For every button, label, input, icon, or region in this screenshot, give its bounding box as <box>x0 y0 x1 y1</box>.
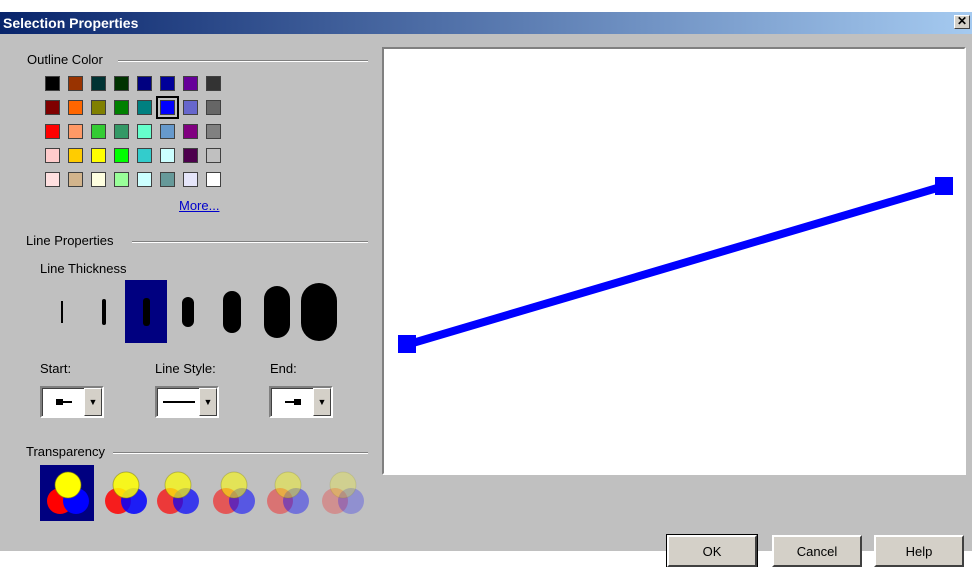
close-icon[interactable]: ✕ <box>954 15 970 29</box>
color-swatch[interactable] <box>68 76 83 91</box>
color-swatch[interactable] <box>183 172 198 187</box>
color-swatch[interactable] <box>68 100 83 115</box>
color-swatch[interactable] <box>206 124 221 139</box>
line-style-select[interactable]: ▼ <box>155 386 219 418</box>
title-bar: Selection Properties ✕ <box>0 12 972 34</box>
color-swatch[interactable] <box>160 76 175 91</box>
transparency-option-6[interactable] <box>315 465 369 521</box>
venn-circles-icon <box>47 471 89 514</box>
color-swatch[interactable] <box>114 172 129 187</box>
color-swatch[interactable] <box>160 124 175 139</box>
thickness-option-6[interactable] <box>256 280 298 343</box>
color-swatch[interactable] <box>45 124 60 139</box>
color-swatch[interactable] <box>206 148 221 163</box>
color-swatch[interactable] <box>206 76 221 91</box>
color-swatch[interactable] <box>91 76 106 91</box>
end-handle-icon <box>935 177 953 195</box>
color-swatch[interactable] <box>114 148 129 163</box>
solid-line-icon <box>157 388 201 416</box>
window-title: Selection Properties <box>3 15 139 31</box>
color-swatch[interactable] <box>183 100 198 115</box>
thickness-option-7[interactable] <box>298 280 340 343</box>
preview-canvas <box>382 47 966 475</box>
color-swatch[interactable] <box>114 100 129 115</box>
start-dropdown-arrow-icon[interactable]: ▼ <box>84 388 102 416</box>
color-swatch[interactable] <box>206 172 221 187</box>
color-swatch[interactable] <box>91 124 106 139</box>
help-button[interactable]: Help <box>874 535 964 567</box>
start-label: Start: <box>40 361 72 376</box>
color-swatch[interactable] <box>45 172 60 187</box>
transparency-divider <box>112 452 368 454</box>
color-swatch[interactable] <box>114 76 129 91</box>
transparency-option-3[interactable] <box>150 465 204 521</box>
preview-line <box>398 177 953 353</box>
color-swatch[interactable] <box>160 148 175 163</box>
line-thickness-label: Line Thickness <box>40 261 127 276</box>
square-start-icon <box>42 388 86 416</box>
color-swatch[interactable] <box>183 76 198 91</box>
transparency-option-1[interactable] <box>40 465 94 521</box>
color-swatch[interactable] <box>183 124 198 139</box>
color-swatch[interactable] <box>68 172 83 187</box>
color-swatch[interactable] <box>114 124 129 139</box>
start-arrow-select[interactable]: ▼ <box>40 386 104 418</box>
ok-button[interactable]: OK <box>666 534 758 567</box>
thickness-option-4[interactable] <box>170 280 206 343</box>
transparency-option-4[interactable] <box>206 465 260 521</box>
color-swatch[interactable] <box>45 100 60 115</box>
venn-circles-icon <box>322 471 364 514</box>
thickness-option-2[interactable] <box>86 280 122 343</box>
venn-circles-icon <box>213 471 255 514</box>
end-dropdown-arrow-icon[interactable]: ▼ <box>313 388 331 416</box>
outline-color-divider <box>118 60 368 62</box>
color-swatch[interactable] <box>137 148 152 163</box>
color-swatch[interactable] <box>137 100 152 115</box>
color-swatch[interactable] <box>91 172 106 187</box>
color-swatch[interactable] <box>91 148 106 163</box>
color-swatch[interactable] <box>68 124 83 139</box>
color-swatch[interactable] <box>137 172 152 187</box>
color-swatch[interactable] <box>160 172 175 187</box>
thickness-option-5[interactable] <box>212 280 252 343</box>
color-swatch[interactable] <box>68 148 83 163</box>
start-handle-icon <box>398 335 416 353</box>
selection-properties-dialog: Selection Properties ✕ Outline Color Mor… <box>0 12 972 567</box>
color-swatch[interactable] <box>137 76 152 91</box>
square-end-icon <box>271 388 315 416</box>
more-colors-link[interactable]: More... <box>179 198 219 213</box>
transparency-label: Transparency <box>26 444 113 459</box>
line-style-label: Line Style: <box>155 361 216 376</box>
venn-circles-icon <box>267 471 309 514</box>
line-properties-divider <box>132 241 368 243</box>
end-label: End: <box>270 361 297 376</box>
color-swatch[interactable] <box>45 148 60 163</box>
color-swatch[interactable] <box>183 148 198 163</box>
color-swatch[interactable] <box>137 124 152 139</box>
cancel-button[interactable]: Cancel <box>772 535 862 567</box>
color-swatch[interactable] <box>156 96 179 119</box>
color-swatch[interactable] <box>45 76 60 91</box>
line-style-dropdown-arrow-icon[interactable]: ▼ <box>199 388 217 416</box>
outline-color-label: Outline Color <box>27 52 111 67</box>
end-arrow-select[interactable]: ▼ <box>269 386 333 418</box>
color-swatch[interactable] <box>91 100 106 115</box>
line-properties-label: Line Properties <box>26 233 122 248</box>
venn-circles-icon <box>157 471 199 514</box>
transparency-option-5[interactable] <box>260 465 314 521</box>
thickness-option-1[interactable] <box>44 280 80 343</box>
thickness-option-3[interactable] <box>125 280 167 343</box>
color-swatch[interactable] <box>206 100 221 115</box>
venn-circles-icon <box>105 471 147 514</box>
transparency-option-2[interactable] <box>98 465 152 521</box>
